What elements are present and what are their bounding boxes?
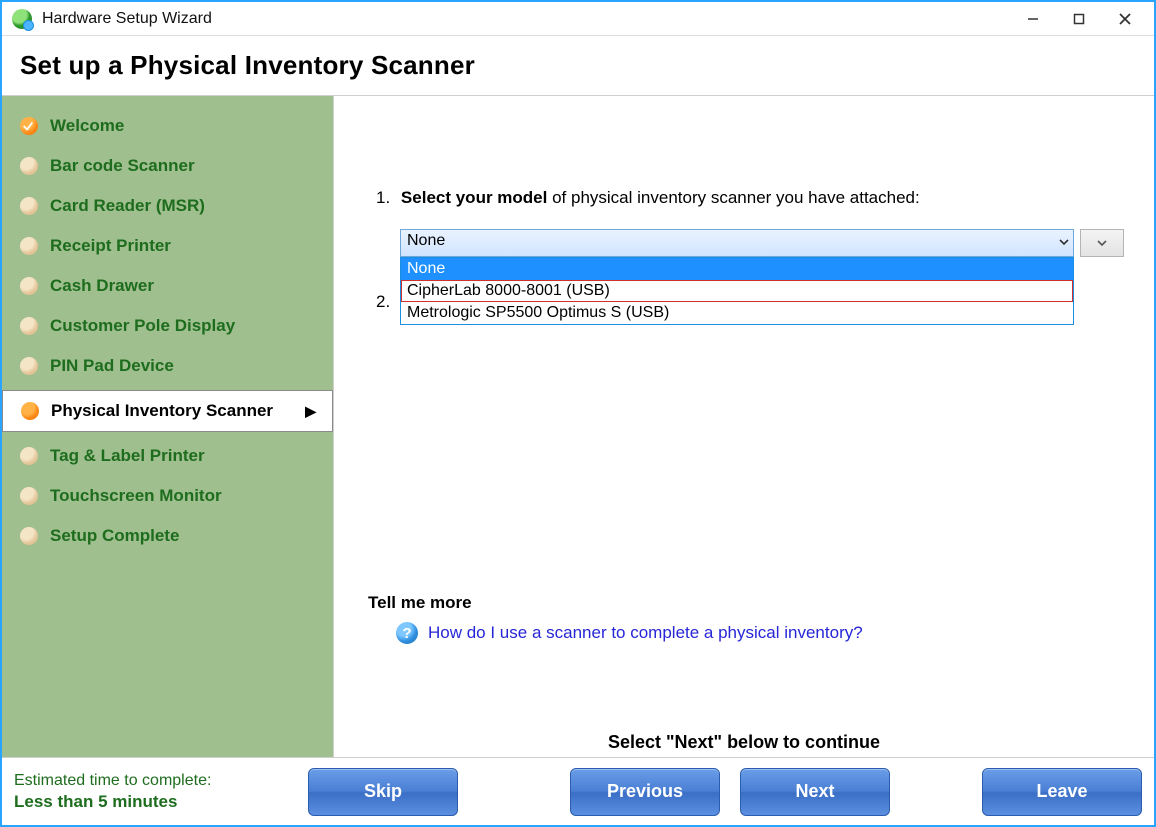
model-select[interactable]: None xyxy=(400,229,1074,257)
chevron-right-icon: ▶ xyxy=(305,403,316,420)
wizard-window: Hardware Setup Wizard Set up a Physical … xyxy=(0,0,1156,827)
previous-button[interactable]: Previous xyxy=(570,768,720,816)
sidebar-item-label: Bar code Scanner xyxy=(50,156,195,176)
model-select-value: None xyxy=(407,232,445,249)
sidebar-item-setup-complete[interactable]: Setup Complete xyxy=(2,516,333,556)
app-icon xyxy=(12,9,32,29)
step-number: 1. xyxy=(376,188,390,207)
step-bullet-icon xyxy=(20,447,38,465)
step-1-instruction: 1. Select your model of physical invento… xyxy=(376,188,920,208)
next-hint-text: Select "Next" below to continue xyxy=(608,732,880,753)
titlebar: Hardware Setup Wizard xyxy=(2,2,1154,36)
sidebar-item-pin-pad[interactable]: PIN Pad Device xyxy=(2,346,333,386)
step-bullet-icon xyxy=(20,237,38,255)
sidebar-item-receipt-printer[interactable]: Receipt Printer xyxy=(2,226,333,266)
page-header: Set up a Physical Inventory Scanner xyxy=(2,36,1154,96)
option-label: None xyxy=(407,260,445,277)
help-link-row: ? How do I use a scanner to complete a p… xyxy=(396,622,863,644)
sidebar-item-label: Tag & Label Printer xyxy=(50,446,205,466)
leave-button[interactable]: Leave xyxy=(982,768,1142,816)
step-1-rest: of physical inventory scanner you have a… xyxy=(552,188,920,207)
sidebar-item-label: Welcome xyxy=(50,116,124,136)
sidebar-item-label: Physical Inventory Scanner xyxy=(51,401,273,421)
wizard-main-panel: 1. Select your model of physical invento… xyxy=(334,96,1154,757)
step-1-bold: Select your model xyxy=(401,188,547,207)
option-label: CipherLab 8000-8001 (USB) xyxy=(407,282,610,299)
step-number: 2. xyxy=(376,292,390,311)
eta-label: Estimated time to complete: xyxy=(14,771,296,791)
sidebar-item-label: Cash Drawer xyxy=(50,276,154,296)
eta-block: Estimated time to complete: Less than 5 … xyxy=(14,771,296,812)
next-button[interactable]: Next xyxy=(740,768,890,816)
maximize-button[interactable] xyxy=(1056,4,1102,34)
sidebar-item-pole-display[interactable]: Customer Pole Display xyxy=(2,306,333,346)
sidebar-item-label: Card Reader (MSR) xyxy=(50,196,205,216)
close-button[interactable] xyxy=(1102,4,1148,34)
minimize-button[interactable] xyxy=(1010,4,1056,34)
model-dropdown-group: None xyxy=(400,229,1124,257)
sidebar-item-label: PIN Pad Device xyxy=(50,356,174,376)
step-bullet-icon xyxy=(20,317,38,335)
tell-me-more-heading: Tell me more xyxy=(368,593,472,613)
help-link[interactable]: How do I use a scanner to complete a phy… xyxy=(428,623,863,643)
model-option-metrologic[interactable]: Metrologic SP5500 Optimus S (USB) xyxy=(401,302,1073,324)
wizard-steps-sidebar: Welcome Bar code Scanner Card Reader (MS… xyxy=(2,96,334,757)
check-icon xyxy=(20,117,38,135)
wizard-body: Welcome Bar code Scanner Card Reader (MS… xyxy=(2,96,1154,757)
sidebar-item-tag-label-printer[interactable]: Tag & Label Printer xyxy=(2,436,333,476)
window-title: Hardware Setup Wizard xyxy=(42,10,212,28)
sidebar-item-card-reader[interactable]: Card Reader (MSR) xyxy=(2,186,333,226)
step-bullet-icon xyxy=(20,487,38,505)
step-bullet-icon xyxy=(20,197,38,215)
step-bullet-icon xyxy=(20,157,38,175)
step-bullet-icon xyxy=(20,527,38,545)
sidebar-item-barcode-scanner[interactable]: Bar code Scanner xyxy=(2,146,333,186)
eta-value: Less than 5 minutes xyxy=(14,791,296,812)
page-title: Set up a Physical Inventory Scanner xyxy=(20,50,1136,81)
model-option-none[interactable]: None xyxy=(401,258,1073,280)
sidebar-item-label: Receipt Printer xyxy=(50,236,171,256)
option-label: Metrologic SP5500 Optimus S (USB) xyxy=(407,304,669,321)
model-option-cipherlab[interactable]: CipherLab 8000-8001 (USB) xyxy=(401,280,1073,302)
step-bullet-icon xyxy=(21,402,39,420)
sidebar-item-label: Customer Pole Display xyxy=(50,316,235,336)
sidebar-item-touchscreen-monitor[interactable]: Touchscreen Monitor xyxy=(2,476,333,516)
skip-button[interactable]: Skip xyxy=(308,768,458,816)
sidebar-item-cash-drawer[interactable]: Cash Drawer xyxy=(2,266,333,306)
step-bullet-icon xyxy=(20,357,38,375)
wizard-footer: Estimated time to complete: Less than 5 … xyxy=(2,757,1154,825)
model-select-list: None CipherLab 8000-8001 (USB) Metrologi… xyxy=(400,257,1074,325)
model-select-side-button[interactable] xyxy=(1080,229,1124,257)
sidebar-item-physical-inventory-scanner[interactable]: Physical Inventory Scanner ▶ xyxy=(2,390,333,432)
step-bullet-icon xyxy=(20,277,38,295)
help-icon: ? xyxy=(396,622,418,644)
sidebar-item-label: Touchscreen Monitor xyxy=(50,486,222,506)
sidebar-item-label: Setup Complete xyxy=(50,526,179,546)
sidebar-item-welcome[interactable]: Welcome xyxy=(2,106,333,146)
